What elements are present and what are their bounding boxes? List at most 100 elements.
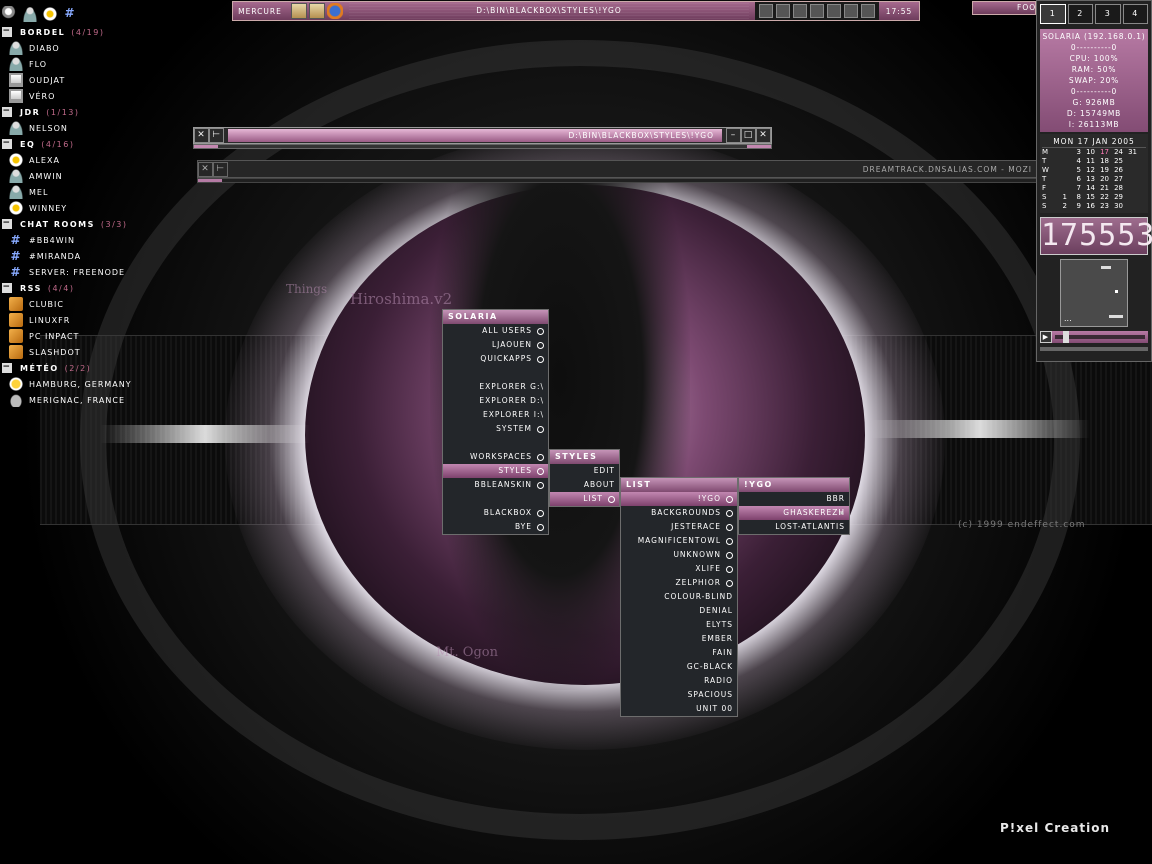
calendar-date[interactable]: [1123, 202, 1137, 211]
play-button[interactable]: ▶: [1040, 331, 1052, 343]
contact-group[interactable]: − CHAT ROOMS (3/3): [2, 216, 192, 232]
menu-item[interactable]: RADIO: [621, 674, 737, 688]
contact-item[interactable]: ALEXA: [2, 152, 192, 168]
contact-item[interactable]: DIABO: [2, 40, 192, 56]
hash-icon[interactable]: #: [62, 6, 78, 22]
calendar-date[interactable]: 17: [1095, 148, 1109, 157]
calendar-date[interactable]: [1123, 193, 1137, 202]
seek-slider[interactable]: [1055, 331, 1145, 343]
collapse-icon[interactable]: −: [2, 283, 12, 293]
contact-group[interactable]: − MÉTÉO (2/2): [2, 360, 192, 376]
pin-icon[interactable]: ⊢: [213, 161, 228, 177]
calendar-date[interactable]: 15: [1081, 193, 1095, 202]
calendar-date[interactable]: [1123, 166, 1137, 175]
calendar-date[interactable]: 24: [1109, 148, 1123, 157]
calendar-date[interactable]: 9: [1067, 202, 1081, 211]
workspace-button[interactable]: 4: [1122, 4, 1148, 24]
calendar-date[interactable]: 2: [1053, 202, 1067, 211]
collapse-icon[interactable]: −: [2, 107, 12, 117]
calendar-date[interactable]: 6: [1067, 175, 1081, 184]
alien-icon[interactable]: [759, 4, 773, 18]
calendar-date[interactable]: 12: [1081, 166, 1095, 175]
explorer-window-handle[interactable]: [193, 144, 772, 149]
collapse-icon[interactable]: −: [2, 27, 12, 37]
collapse-icon[interactable]: −: [2, 139, 12, 149]
calendar-date[interactable]: 1: [1053, 193, 1067, 202]
contact-item[interactable]: AMWIN: [2, 168, 192, 184]
maximize-icon[interactable]: □: [741, 128, 756, 143]
contact-item[interactable]: NELSON: [2, 120, 192, 136]
contact-item[interactable]: HAMBURG, GERMANY: [2, 376, 192, 392]
network-icon[interactable]: [810, 4, 824, 18]
calendar-date[interactable]: 29: [1109, 193, 1123, 202]
active-window-title[interactable]: D:\BIN\BLACKBOX\STYLES\!YGO: [349, 3, 749, 19]
calendar-date[interactable]: 3: [1067, 148, 1081, 157]
calendar-date[interactable]: [1053, 166, 1067, 175]
calendar-date[interactable]: 20: [1095, 175, 1109, 184]
calendar-date[interactable]: 4: [1067, 157, 1081, 166]
menu-item[interactable]: SYSTEM: [443, 422, 548, 436]
close-icon[interactable]: ✕: [194, 128, 209, 143]
folder-icon[interactable]: [309, 3, 325, 19]
menu-item[interactable]: COLOUR-BLIND: [621, 590, 737, 604]
calendar-date[interactable]: [1053, 175, 1067, 184]
contact-group[interactable]: − RSS (4/4): [2, 280, 192, 296]
calendar-date[interactable]: [1053, 184, 1067, 193]
menu-item[interactable]: LOST-ATLANTIS: [739, 520, 849, 534]
calendar-date[interactable]: 28: [1109, 184, 1123, 193]
menu-item[interactable]: UNIT 00: [621, 702, 737, 716]
menu-item[interactable]: GC-BLACK: [621, 660, 737, 674]
pin-icon[interactable]: ⊢: [209, 128, 224, 143]
chart-icon[interactable]: [844, 4, 858, 18]
contact-item[interactable]: FLO: [2, 56, 192, 72]
menu-item[interactable]: EXPLORER D:\: [443, 394, 548, 408]
menu-item[interactable]: WORKSPACES: [443, 450, 548, 464]
flower-icon[interactable]: [42, 6, 58, 22]
menu-item[interactable]: BBR: [739, 492, 849, 506]
monitor-icon[interactable]: [827, 4, 841, 18]
miranda-icon[interactable]: [776, 4, 790, 18]
collapse-icon[interactable]: −: [2, 219, 12, 229]
contact-item[interactable]: WINNEY: [2, 200, 192, 216]
calendar-date[interactable]: 14: [1081, 184, 1095, 193]
menu-item[interactable]: FAIN: [621, 646, 737, 660]
contact-item[interactable]: # SERVER: FREENODE: [2, 264, 192, 280]
contact-item[interactable]: MEL: [2, 184, 192, 200]
menu-item[interactable]: EXPLORER I:\: [443, 408, 548, 422]
contact-item[interactable]: SLASHDOT: [2, 344, 192, 360]
workspace-name[interactable]: MERCURE: [233, 7, 287, 16]
contact-group[interactable]: − JDR (1/13): [2, 104, 192, 120]
seek-slider-knob[interactable]: [1063, 331, 1069, 343]
minimize-icon[interactable]: –: [726, 128, 741, 143]
menu-item[interactable]: MAGNIFICENTOWL: [621, 534, 737, 548]
workspace-button[interactable]: 1: [1040, 4, 1066, 24]
contact-item[interactable]: # #MIRANDA: [2, 248, 192, 264]
browser-window-handle[interactable]: [197, 178, 1037, 183]
contact-group[interactable]: − BORDEL (4/19): [2, 24, 192, 40]
menu-item[interactable]: STYLES: [443, 464, 548, 478]
menu-item[interactable]: LIST: [550, 492, 619, 506]
menu-item[interactable]: BLACKBOX: [443, 506, 548, 520]
calendar-date[interactable]: 13: [1081, 175, 1095, 184]
menu-item[interactable]: EMBER: [621, 632, 737, 646]
menu-item[interactable]: !YGO: [621, 492, 737, 506]
calendar-date[interactable]: 21: [1095, 184, 1109, 193]
menu-item[interactable]: BBLEANSKIN: [443, 478, 548, 492]
menu-item[interactable]: EDIT: [550, 464, 619, 478]
menu-item[interactable]: GHASKEREZH: [739, 506, 849, 520]
menu-item[interactable]: ELYTS: [621, 618, 737, 632]
workspace-button[interactable]: 2: [1067, 4, 1093, 24]
calendar-date[interactable]: 26: [1109, 166, 1123, 175]
foo-button[interactable]: FOO: [972, 1, 1036, 15]
menu-item[interactable]: LJAOUEN: [443, 338, 548, 352]
menu-item[interactable]: UNKNOWN: [621, 548, 737, 562]
close-icon[interactable]: ✕: [198, 161, 213, 177]
user-icon[interactable]: [22, 6, 38, 22]
menu-item[interactable]: BYE: [443, 520, 548, 534]
menu-item[interactable]: ABOUT: [550, 478, 619, 492]
menu-item[interactable]: BACKGROUNDS: [621, 506, 737, 520]
contact-group[interactable]: − EQ (4/16): [2, 136, 192, 152]
menu-item[interactable]: JESTERACE: [621, 520, 737, 534]
menu-item[interactable]: QUICKAPPS: [443, 352, 548, 366]
calendar-date[interactable]: [1123, 175, 1137, 184]
